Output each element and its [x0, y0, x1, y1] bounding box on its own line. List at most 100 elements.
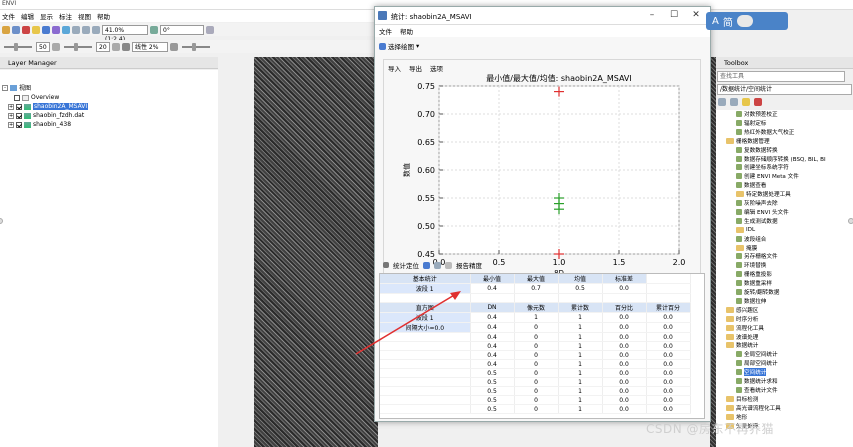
toolbox-tool[interactable]: 另存栅格文件	[736, 252, 778, 260]
menu-item[interactable]: 帮助	[97, 11, 110, 21]
columns-icon[interactable]	[445, 261, 452, 269]
menu-item[interactable]: 视图	[78, 11, 91, 21]
toolbox-folder[interactable]: 高光谱流程化工具	[726, 404, 781, 412]
select-plot-dropdown[interactable]: 选择绘图	[388, 41, 414, 51]
toolbox-tool[interactable]: 数据统计求和	[736, 377, 778, 385]
table-row[interactable]: 0.5 0 1 0.0 0.0	[380, 368, 691, 378]
layer-item-view[interactable]: - 视图	[2, 83, 31, 92]
toolbox-search-input[interactable]: 查找工具	[717, 71, 845, 82]
stats-locate-dropdown[interactable]: 统计定位	[393, 260, 419, 270]
minimize-button[interactable]: –	[643, 9, 661, 22]
rotate-icon[interactable]	[62, 25, 70, 34]
toolbox-tool[interactable]: 栅格重投影	[736, 270, 772, 278]
refresh-icon[interactable]	[112, 42, 120, 51]
collapse-icon[interactable]: -	[2, 84, 8, 91]
toolbox-tool[interactable]: 灰阶噪声去除	[736, 199, 778, 207]
toolbox-tool[interactable]: 局部空间统计	[736, 359, 778, 367]
menu-help[interactable]: 帮助	[400, 26, 413, 36]
menu-item[interactable]: 编辑	[21, 11, 34, 21]
toolbox-tool[interactable]: 全局空间统计	[736, 350, 778, 358]
table-row[interactable]: 0.5 0 1 0.0 0.0	[380, 395, 691, 405]
table-row[interactable]: 0.4 0 1 0.0 0.0	[380, 332, 691, 342]
table-row[interactable]: 0.4 0 1 0.0 0.0	[380, 341, 691, 351]
toolbox-folder[interactable]: 目标检测	[726, 395, 758, 403]
toolbox-tool[interactable]: 生成测试数据	[736, 217, 778, 225]
report-precision-dropdown[interactable]: 报告精度	[456, 260, 482, 270]
stats-chart[interactable]: 最小值/最大值/均值: shaobin2A_MSAVI0.450.500.550…	[384, 70, 700, 290]
expand-all-icon[interactable]	[718, 98, 726, 106]
save-icon[interactable]	[12, 25, 20, 34]
toolbox-folder[interactable]: 波谱处理	[726, 333, 758, 341]
toolbox-tool[interactable]: 创建坐标系统字符	[736, 163, 789, 171]
contrast-field[interactable]: 20	[96, 41, 110, 52]
toolbox-folder[interactable]: 时序分析	[726, 315, 758, 323]
table-row[interactable]: 波段 1 0.4 0.7 0.5 0.0	[380, 283, 691, 294]
table-row[interactable]: 基本统计 最小值 最大值 均值 标准差	[380, 274, 691, 284]
copy-icon[interactable]	[434, 261, 441, 269]
table-row[interactable]: 0.4 0 1 0.0 0.0	[380, 359, 691, 369]
table-row[interactable]	[380, 293, 691, 303]
grid-icon[interactable]	[206, 25, 214, 34]
brightness-field[interactable]: 50	[36, 41, 50, 52]
toolbox-folder[interactable]: 数据统计	[726, 341, 758, 349]
table-row[interactable]: 0.5 0 1 0.0 0.0	[380, 377, 691, 387]
select-icon[interactable]	[42, 25, 50, 34]
brightness-slider[interactable]	[4, 42, 32, 51]
stretch-field[interactable]: 线性 2%	[132, 41, 168, 52]
layer-item-fzdh[interactable]: + shaobin_fzdh.dat	[8, 111, 84, 120]
toolbox-tool[interactable]: 查看统计文件	[736, 386, 778, 394]
toolbox-tool[interactable]: 数据重采样	[736, 279, 772, 287]
sync-icon[interactable]	[170, 42, 178, 51]
table-row[interactable]: 0.5 0 1 0.0 0.0	[380, 386, 691, 396]
rotate-left-icon[interactable]	[150, 25, 158, 34]
expand-icon[interactable]: +	[8, 103, 14, 110]
remove-icon[interactable]	[754, 98, 762, 106]
stretch-icon[interactable]	[122, 42, 130, 51]
contrast-slider[interactable]	[64, 42, 92, 51]
toolbox-tool[interactable]: 旋转/翻转数据	[736, 288, 779, 296]
layer-item-overview[interactable]: Overview	[14, 93, 59, 102]
expand-icon[interactable]: +	[8, 121, 14, 128]
toolbox-folder[interactable]: 感兴趣区	[726, 306, 758, 314]
maximize-button[interactable]: ☐	[665, 9, 683, 22]
close-button[interactable]: ✕	[687, 9, 705, 22]
layer-item-msavi[interactable]: + shaobin2A_MSAVI	[8, 102, 89, 111]
table-row[interactable]: 0.5 0 1 0.0 0.0	[380, 404, 691, 414]
expand-icon[interactable]: +	[8, 112, 14, 119]
fixed-zoom-icon[interactable]	[92, 25, 100, 34]
toolbox-folder[interactable]: IDL	[736, 226, 755, 234]
layer-item-438[interactable]: + shaobin_438	[8, 120, 71, 129]
toolbox-tool[interactable]: 对数预差校正	[736, 110, 778, 118]
toolbox-folder[interactable]: 掩膜	[736, 244, 757, 252]
resize-handle-right[interactable]	[848, 218, 853, 224]
cursor-icon[interactable]	[32, 25, 40, 34]
menu-item[interactable]: 显示	[40, 11, 53, 21]
toolbox-path-field[interactable]: /数据统计/空间统计	[717, 84, 852, 95]
toolbox-tool[interactable]: 热红外数据大气校正	[736, 128, 794, 136]
toolbox-tool[interactable]: 数据存储顺序转换 (BSQ, BIL, BI	[736, 155, 826, 163]
collapse-all-icon[interactable]	[730, 98, 738, 106]
reset-icon[interactable]	[52, 42, 60, 51]
table-row[interactable]: 直方图 DN 像元数 累计数 百分比 累计百分	[380, 302, 691, 313]
table-row[interactable]: 间隔大小=0.0 0.4 0 1 0.0 0.0	[380, 322, 691, 333]
stats-table[interactable]: 基本统计 最小值 最大值 均值 标准差 波段 1 0.4 0.7 0.5 0.0 直方图 DN 像元数累…	[379, 273, 705, 419]
menu-item[interactable]: 文件	[2, 11, 15, 21]
toolbox-folder[interactable]: 特定数据处理工具	[736, 190, 791, 198]
table-row[interactable]: 0.4 0 1 0.0 0.0	[380, 350, 691, 360]
fzdh-checkbox[interactable]	[16, 112, 22, 119]
toolbox-tool[interactable]: 辐射定标	[736, 119, 766, 127]
menu-item[interactable]: 标注	[59, 11, 72, 21]
toolbox-tool[interactable]: 空间统计	[736, 368, 767, 377]
zoom-in-icon[interactable]	[72, 25, 80, 34]
msavi-checkbox[interactable]	[16, 103, 22, 110]
open-icon[interactable]	[2, 25, 10, 34]
table-row[interactable]: 波段 1 0.4 1 1 0.0 0.0	[380, 312, 691, 323]
toolbox-tool[interactable]: 数据查看	[736, 181, 766, 189]
sharpen-slider[interactable]	[182, 42, 210, 51]
zoom-out-icon[interactable]	[82, 25, 90, 34]
toolbox-folder[interactable]: 流程化工具	[726, 324, 764, 332]
toolbox-tool[interactable]: 创建 ENVI Meta 文件	[736, 172, 799, 180]
toolbox-tool[interactable]: 环境替换	[736, 261, 766, 269]
toolbox-folder[interactable]: 栅格数据管理	[726, 137, 770, 145]
image-view[interactable]	[254, 57, 378, 447]
